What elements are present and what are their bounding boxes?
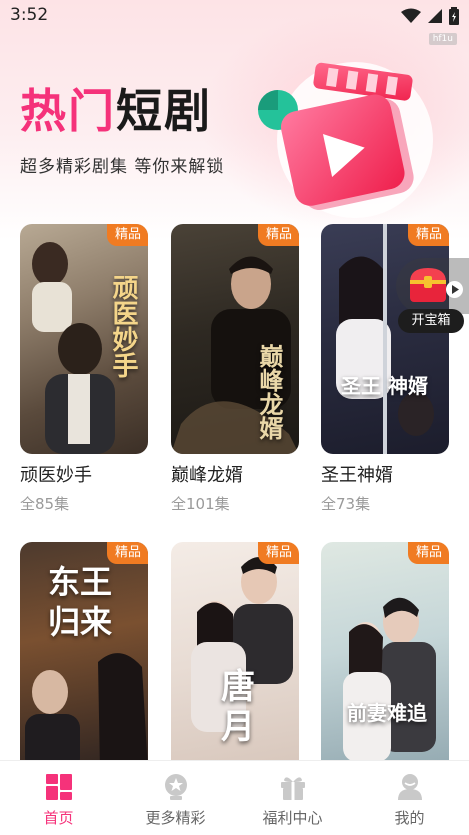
premium-tag: 精品 bbox=[407, 224, 449, 246]
nav-profile[interactable]: 我的 bbox=[351, 761, 468, 835]
status-time: 3:52 bbox=[10, 5, 49, 25]
nav-more[interactable]: 更多精彩 bbox=[117, 761, 234, 835]
premium-tag: 精品 bbox=[106, 224, 148, 246]
drama-title[interactable]: 圣王神婿 bbox=[321, 464, 449, 488]
premium-tag: 精品 bbox=[106, 542, 148, 564]
gift-icon bbox=[281, 777, 305, 800]
drama-poster[interactable]: 前妻难追 精品 bbox=[321, 542, 449, 772]
nav-label: 福利中心 bbox=[262, 809, 323, 827]
poster-title: 圣王 神婿 bbox=[341, 374, 428, 398]
hero-title-rest: 短剧 bbox=[116, 84, 212, 138]
nav-label: 更多精彩 bbox=[145, 809, 206, 827]
profile-icon bbox=[398, 774, 422, 800]
signal-icon bbox=[428, 9, 442, 23]
drama-poster[interactable]: 巅峰龙婿 精品 bbox=[171, 224, 299, 454]
nav-home[interactable]: 首页 bbox=[0, 761, 117, 835]
nav-label: 首页 bbox=[43, 809, 74, 827]
drama-title[interactable]: 顽医妙手 bbox=[20, 464, 148, 488]
episode-count: 全85集 bbox=[20, 495, 70, 513]
poster-title: 顽医妙手 bbox=[108, 274, 138, 378]
bottom-nav: 首页 更多精彩 福利中心 我的 bbox=[0, 760, 469, 835]
drama-card[interactable]: 巅峰龙婿 精品 巅峰龙婿 全101集 bbox=[171, 224, 299, 514]
poster-art bbox=[343, 597, 436, 762]
status-icons bbox=[401, 7, 459, 25]
premium-tag: 精品 bbox=[257, 224, 299, 246]
status-bar: 3:52 hf1u bbox=[0, 0, 469, 45]
drama-poster[interactable]: 唐月 精品 bbox=[171, 542, 299, 772]
treasure-chest-icon bbox=[410, 268, 446, 302]
premium-tag: 精品 bbox=[407, 542, 449, 564]
episode-count: 全101集 bbox=[171, 495, 230, 513]
hero-subtitle: 超多精彩剧集 等你来解锁 bbox=[20, 157, 225, 177]
video-player-illustration bbox=[258, 62, 433, 218]
drama-title[interactable]: 巅峰龙婿 bbox=[171, 464, 299, 488]
wifi-icon bbox=[401, 8, 421, 23]
drama-card[interactable]: 唐月 精品 bbox=[171, 542, 299, 772]
nav-gift[interactable]: 福利中心 bbox=[234, 761, 351, 835]
poster-title: 东王归来 bbox=[48, 563, 113, 641]
battery-icon bbox=[449, 7, 459, 25]
treasure-chest-widget[interactable]: 开宝箱 bbox=[396, 258, 469, 334]
nav-label: 我的 bbox=[394, 809, 425, 827]
hero-title: 热门短剧 bbox=[20, 83, 212, 139]
premium-tag: 精品 bbox=[257, 542, 299, 564]
poster-title: 唐月 bbox=[221, 667, 255, 747]
treasure-label: 开宝箱 bbox=[398, 309, 464, 333]
watermark-badge: hf1u bbox=[428, 33, 457, 45]
drama-card[interactable]: 前妻难追 精品 bbox=[321, 542, 449, 772]
drama-card[interactable]: 东王归来 精品 bbox=[20, 542, 148, 772]
more-icon bbox=[165, 774, 187, 800]
hero-title-hot: 热门 bbox=[20, 84, 116, 138]
drama-card[interactable]: 顽医妙手 精品 顽医妙手 全85集 bbox=[20, 224, 148, 514]
play-icon bbox=[446, 281, 463, 298]
drama-poster[interactable]: 顽医妙手 精品 bbox=[20, 224, 148, 454]
episode-count: 全73集 bbox=[321, 495, 371, 513]
poster-title: 巅峰龙婿 bbox=[255, 344, 284, 440]
drama-poster[interactable]: 东王归来 精品 bbox=[20, 542, 148, 772]
poster-title: 前妻难追 bbox=[347, 701, 427, 725]
home-icon bbox=[46, 774, 72, 800]
